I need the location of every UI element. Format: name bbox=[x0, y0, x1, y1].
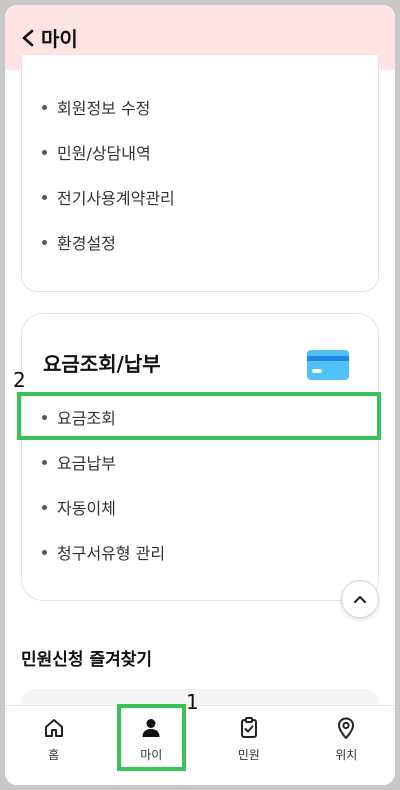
menu-item-label: 전기사용계약관리 bbox=[57, 189, 175, 208]
bullet-icon bbox=[42, 504, 47, 510]
account-menu-card: 회원정보 수정 민원/상담내역 전기사용계약관리 환경설정 bbox=[21, 55, 379, 292]
nav-label: 민원 bbox=[237, 748, 260, 762]
nav-label: 홈 bbox=[48, 748, 60, 762]
bullet-icon bbox=[42, 149, 47, 155]
menu-item-bill-type-management[interactable]: 청구서유형 관리 bbox=[42, 538, 165, 566]
bottom-navigation: 홈 마이 민원 위치 bbox=[5, 705, 395, 785]
favorites-section-title: 민원신청 즐겨찾기 bbox=[21, 650, 153, 670]
nav-label: 위치 bbox=[335, 748, 358, 762]
bullet-icon bbox=[42, 194, 47, 200]
menu-item-contract-management[interactable]: 전기사용계약관리 bbox=[42, 183, 175, 211]
bullet-icon bbox=[42, 104, 47, 110]
clipboard-check-icon bbox=[240, 717, 257, 738]
menu-item-label: 요금납부 bbox=[57, 454, 116, 473]
menu-item-member-info[interactable]: 회원정보 수정 bbox=[42, 93, 150, 121]
menu-item-settings[interactable]: 환경설정 bbox=[42, 228, 116, 256]
menu-item-label: 환경설정 bbox=[57, 234, 116, 253]
menu-item-auto-transfer[interactable]: 자동이체 bbox=[42, 493, 116, 521]
user-icon bbox=[142, 719, 160, 737]
home-icon bbox=[44, 719, 63, 737]
bullet-icon bbox=[42, 239, 47, 245]
billing-card-title: 요금조회/납부 bbox=[43, 352, 161, 376]
chevron-left-icon bbox=[22, 29, 34, 46]
bullet-icon bbox=[42, 414, 47, 420]
menu-item-label: 자동이체 bbox=[57, 499, 116, 518]
nav-item-my[interactable]: 마이 bbox=[103, 706, 201, 785]
menu-item-label: 민원/상담내역 bbox=[57, 144, 151, 163]
billing-card: 요금조회/납부 요금조회 요금납부 자동이체 청구서유형 관리 bbox=[21, 313, 379, 601]
menu-item-label: 요금조회 bbox=[57, 409, 116, 428]
menu-item-complaint-history[interactable]: 민원/상담내역 bbox=[42, 138, 151, 166]
nav-item-complaint[interactable]: 민원 bbox=[200, 706, 298, 785]
menu-item-label: 청구서유형 관리 bbox=[57, 544, 166, 563]
page-title: 마이 bbox=[41, 27, 78, 51]
bullet-icon bbox=[42, 549, 47, 555]
menu-item-label: 회원정보 수정 bbox=[57, 99, 151, 118]
menu-item-bill-inquiry[interactable]: 요금조회 bbox=[42, 403, 116, 431]
nav-item-location[interactable]: 위치 bbox=[298, 706, 396, 785]
app-screen: 마이 회원정보 수정 민원/상담내역 전기사용계약관리 환경설정 요금조회/납부 bbox=[5, 5, 395, 785]
bullet-icon bbox=[42, 459, 47, 465]
back-button[interactable] bbox=[21, 29, 35, 47]
nav-label: 마이 bbox=[140, 748, 163, 762]
credit-card-icon bbox=[307, 350, 349, 380]
menu-item-bill-payment[interactable]: 요금납부 bbox=[42, 448, 116, 476]
chevron-up-icon bbox=[353, 595, 367, 604]
annotation-label-2: 2 bbox=[13, 368, 26, 392]
annotation-label-1: 1 bbox=[186, 690, 199, 714]
nav-item-home[interactable]: 홈 bbox=[5, 706, 103, 785]
scroll-to-top-button[interactable] bbox=[341, 580, 379, 618]
location-pin-icon bbox=[338, 717, 355, 739]
